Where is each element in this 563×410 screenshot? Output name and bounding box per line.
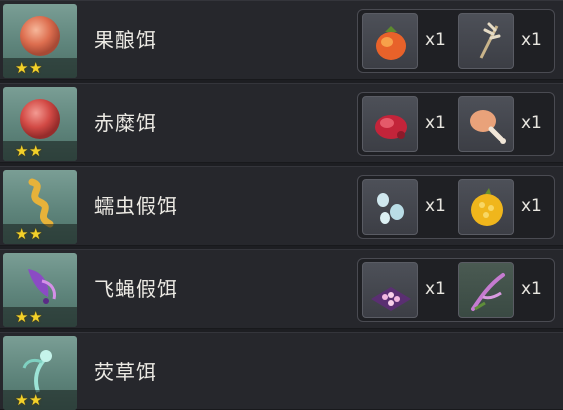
fowl-leg-icon — [470, 110, 506, 144]
bait-recipe-list: ★ ★ 果酿饵 x1 x1 ★ ★ 赤糜饵 x1 x1 ★ ★ 蠕虫假饵 x1 … — [0, 0, 563, 410]
worm-lure-icon — [28, 178, 54, 228]
ingredient-item[interactable]: x1 — [458, 96, 554, 152]
bait-row-glowing-grass[interactable]: ★ ★ 荧草饵 — [0, 332, 563, 410]
bait-row-fly-lure[interactable]: ★ ★ 飞蝇假饵 x1 x1 — [0, 249, 563, 329]
star-icon: ★ — [29, 225, 43, 243]
ingredient-item[interactable]: x1 — [458, 262, 554, 318]
ingredient-quantity: x1 — [425, 113, 446, 133]
golden-fruit-icon — [471, 188, 503, 226]
crystal-drops-icon — [377, 193, 404, 224]
star-icon: ★ — [15, 225, 29, 243]
rarity-stars: ★ ★ — [3, 141, 77, 161]
ingredient-slot — [458, 262, 514, 318]
rarity-stars: ★ ★ — [3, 390, 77, 410]
glowing-grass-lure-icon — [22, 350, 52, 393]
ingredient-item[interactable]: x1 — [458, 179, 554, 235]
star-icon: ★ — [15, 142, 29, 160]
bait-row-fruit-paste[interactable]: ★ ★ 果酿饵 x1 x1 — [0, 0, 563, 80]
feather-plant-icon — [471, 273, 505, 311]
ingredient-item[interactable]: x1 — [362, 179, 458, 235]
fly-lure-icon — [28, 269, 56, 304]
ingredient-item[interactable]: x1 — [458, 13, 554, 69]
raw-meat-icon — [375, 115, 407, 139]
ingredient-quantity: x1 — [521, 30, 542, 50]
bait-thumbnail: ★ ★ — [3, 87, 77, 161]
ingredient-slot — [362, 96, 418, 152]
bait-row-redrot[interactable]: ★ ★ 赤糜饵 x1 x1 — [0, 83, 563, 163]
ingredient-slot — [362, 179, 418, 235]
bait-thumbnail: ★ ★ — [3, 170, 77, 244]
bait-name: 果酿饵 — [94, 28, 157, 52]
ingredient-slot — [362, 262, 418, 318]
red-orb-icon — [20, 99, 60, 139]
peach-orb-icon — [20, 16, 60, 56]
star-icon: ★ — [29, 59, 43, 77]
ingredient-quantity: x1 — [521, 113, 542, 133]
ingredient-quantity: x1 — [521, 279, 542, 299]
bait-thumbnail: ★ ★ — [3, 4, 77, 78]
feather-twig-icon — [479, 22, 501, 59]
sunsettia-fruit-icon — [376, 26, 406, 60]
bait-name: 飞蝇假饵 — [94, 277, 178, 301]
ingredient-slot — [458, 13, 514, 69]
rarity-stars: ★ ★ — [3, 58, 77, 78]
rarity-stars: ★ ★ — [3, 224, 77, 244]
star-icon: ★ — [15, 59, 29, 77]
ingredient-list: x1 x1 — [357, 175, 555, 239]
ingredient-slot — [458, 179, 514, 235]
ingredient-item[interactable]: x1 — [362, 262, 458, 318]
bait-name: 蠕虫假饵 — [94, 194, 178, 218]
star-icon: ★ — [15, 308, 29, 326]
ingredient-quantity: x1 — [425, 30, 446, 50]
bait-row-worm-lure[interactable]: ★ ★ 蠕虫假饵 x1 x1 — [0, 166, 563, 246]
ingredient-list: x1 x1 — [357, 9, 555, 73]
bait-name: 荧草饵 — [94, 360, 157, 384]
star-icon: ★ — [29, 391, 43, 409]
star-icon: ★ — [15, 391, 29, 409]
ingredient-list: x1 x1 — [357, 258, 555, 322]
bait-thumbnail: ★ ★ — [3, 253, 77, 327]
ingredient-slot — [458, 96, 514, 152]
star-icon: ★ — [29, 142, 43, 160]
rarity-stars: ★ ★ — [3, 307, 77, 327]
ingredient-item[interactable]: x1 — [362, 13, 458, 69]
ingredient-list: x1 x1 — [357, 92, 555, 156]
bait-thumbnail: ★ ★ — [3, 336, 77, 410]
ingredient-quantity: x1 — [425, 196, 446, 216]
bait-name: 赤糜饵 — [94, 111, 157, 135]
ingredient-slot — [362, 13, 418, 69]
star-icon: ★ — [29, 308, 43, 326]
ingredient-item[interactable]: x1 — [362, 96, 458, 152]
ingredient-quantity: x1 — [521, 196, 542, 216]
pink-flower-bed-icon — [371, 287, 411, 311]
ingredient-quantity: x1 — [425, 279, 446, 299]
